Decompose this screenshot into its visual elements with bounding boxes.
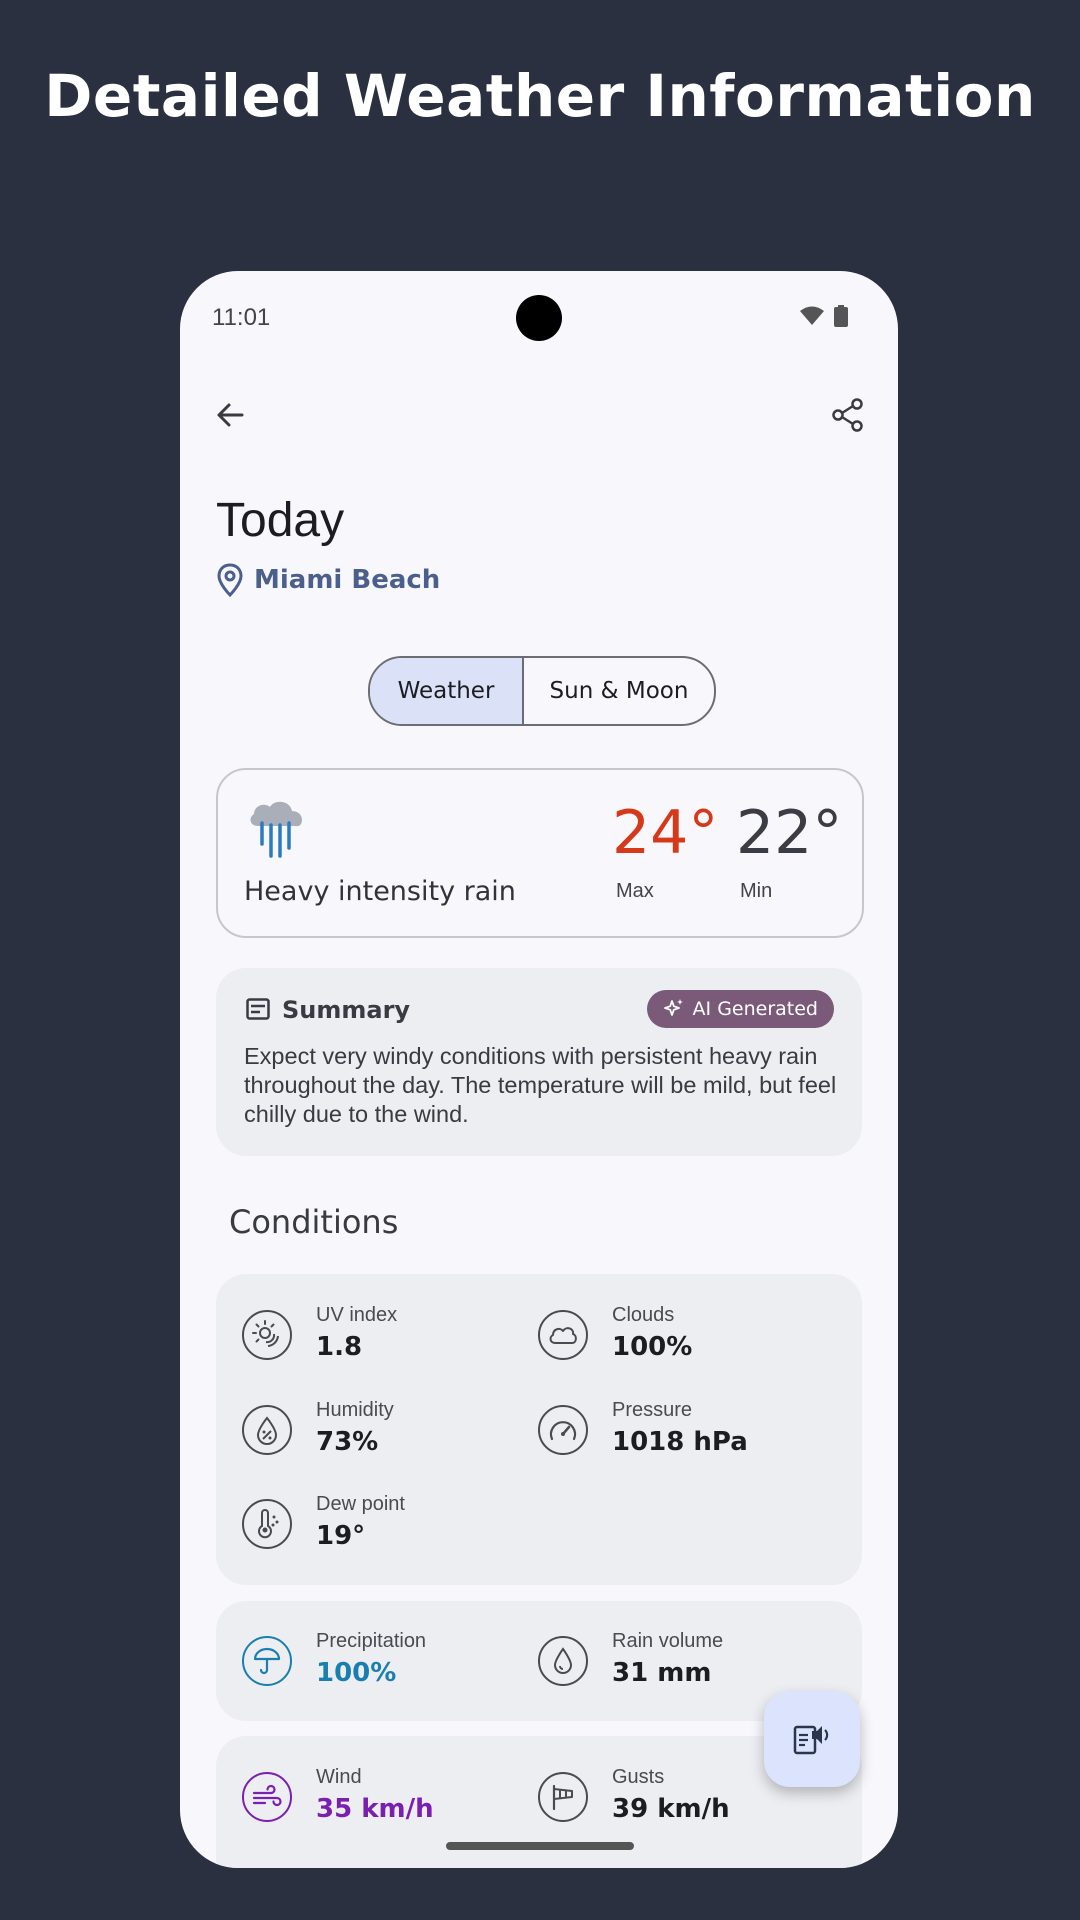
tab-switcher: Weather Sun & Moon (368, 656, 716, 726)
condition-value: 100% (612, 1332, 693, 1362)
read-aloud-button[interactable] (764, 1691, 860, 1787)
summary-card: Summary AI Generated Expect very windy c… (216, 968, 862, 1156)
conditions-card-precipitation: Precipitation 100% Rain volume 31 mm (216, 1601, 862, 1721)
condition-label: Pressure (612, 1399, 693, 1421)
condition-value: 1.8 (316, 1332, 363, 1362)
arrow-back-icon (217, 403, 244, 427)
gauge-icon (538, 1405, 588, 1455)
raindrop-icon (538, 1636, 588, 1686)
cloud-icon (538, 1310, 588, 1360)
conditions-title: Conditions (229, 1203, 399, 1241)
location-name: Miami Beach (254, 565, 441, 595)
summary-title: Summary (282, 996, 411, 1024)
page-title: Today (216, 494, 345, 547)
thermometer-icon (242, 1499, 292, 1549)
share-button[interactable] (828, 395, 868, 435)
min-label: Min (740, 880, 773, 902)
uv-icon (242, 1310, 292, 1360)
min-temperature: 22° (736, 798, 843, 868)
ai-badge-label: AI Generated (692, 998, 818, 1020)
sparkle-icon (663, 999, 683, 1016)
windsock-icon (538, 1772, 588, 1822)
humidity-icon (242, 1405, 292, 1455)
condition-value: 73% (316, 1427, 379, 1457)
conditions-card-general: UV index 1.8 Clouds 100% Humidity 73% Pr… (216, 1274, 862, 1585)
status-time: 11:01 (212, 304, 271, 331)
summary-icon (246, 998, 270, 1020)
weather-card: Heavy intensity rain 24° Max 22° Min (216, 768, 864, 938)
condition-value: 35 km/h (316, 1794, 434, 1824)
heavy-rain-icon (250, 801, 302, 858)
wifi-icon (800, 306, 824, 325)
condition-value: 31 mm (612, 1658, 712, 1688)
home-indicator[interactable] (446, 1842, 634, 1850)
wind-icon (242, 1772, 292, 1822)
condition-value: 19° (316, 1521, 366, 1551)
condition-label: Precipitation (316, 1630, 427, 1652)
weather-description: Heavy intensity rain (244, 876, 516, 907)
umbrella-icon (242, 1636, 292, 1686)
status-icons (800, 305, 848, 327)
read-aloud-icon (793, 1725, 829, 1755)
condition-label: Dew point (316, 1493, 405, 1515)
tab-weather[interactable]: Weather (370, 658, 524, 724)
promo-title: Detailed Weather Information (44, 62, 1036, 130)
location-row: Miami Beach (216, 563, 440, 597)
max-temperature: 24° (612, 798, 719, 868)
phone-screen: 11:01 Today Miami Beach Weather Sun & Mo… (180, 271, 898, 1868)
summary-text: Expect very windy conditions with persis… (244, 1043, 837, 1127)
condition-label: UV index (316, 1304, 398, 1326)
condition-label: Rain volume (612, 1630, 724, 1652)
condition-label: Clouds (612, 1304, 675, 1326)
condition-label: Humidity (316, 1399, 394, 1421)
condition-value: 39 km/h (612, 1794, 730, 1824)
tab-sun-moon[interactable]: Sun & Moon (524, 658, 714, 724)
condition-label: Gusts (612, 1766, 665, 1788)
battery-icon (834, 305, 848, 327)
share-icon (832, 398, 863, 432)
back-button[interactable] (210, 395, 250, 435)
max-label: Max (616, 880, 654, 902)
condition-value: 1018 hPa (612, 1427, 748, 1457)
ai-generated-badge: AI Generated (646, 990, 834, 1028)
camera-cutout (516, 295, 562, 341)
location-pin-icon (217, 563, 243, 597)
condition-label: Wind (316, 1766, 362, 1788)
condition-value: 100% (316, 1658, 397, 1688)
